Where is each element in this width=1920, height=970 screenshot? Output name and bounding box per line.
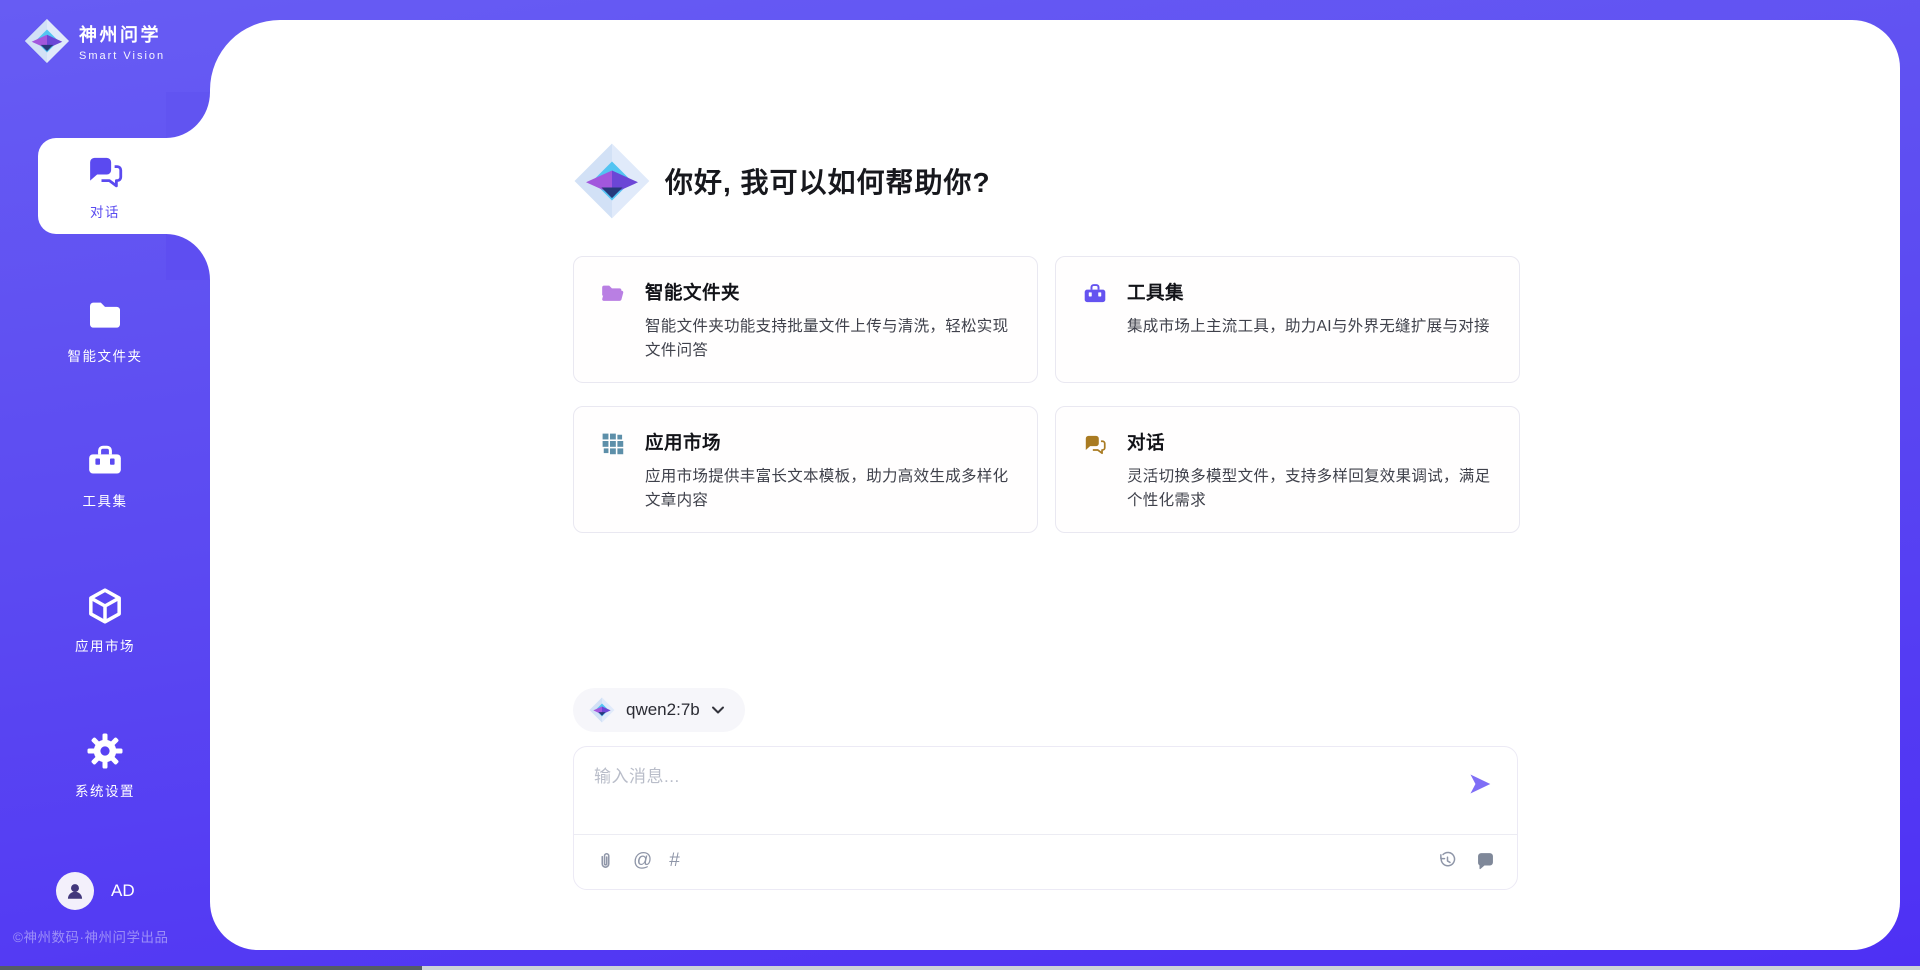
shortcut-cards: 智能文件夹 智能文件夹功能支持批量文件上传与清洗，轻松实现文件问答 工具集 集成… bbox=[573, 256, 1520, 533]
folder-icon bbox=[85, 296, 125, 336]
greeting-diamond-icon bbox=[573, 142, 651, 220]
card-title: 对话 bbox=[1127, 429, 1495, 455]
toolbox-icon bbox=[85, 441, 125, 481]
chat-icon bbox=[1082, 429, 1108, 532]
paperclip-icon bbox=[595, 850, 616, 871]
comment-icon bbox=[1475, 850, 1496, 871]
message-input[interactable] bbox=[594, 762, 1447, 824]
topic-button[interactable]: # bbox=[669, 851, 680, 870]
gear-icon bbox=[85, 731, 125, 771]
history-button[interactable] bbox=[1437, 850, 1458, 871]
toolbar-left-group: @ # bbox=[595, 850, 680, 871]
comment-button[interactable] bbox=[1475, 850, 1496, 871]
main-content: 你好, 我可以如何帮助你? 智能文件夹 智能文件夹功能支持批量文件上传与清洗，轻… bbox=[573, 20, 1521, 950]
card-smart-folder[interactable]: 智能文件夹 智能文件夹功能支持批量文件上传与清洗，轻松实现文件问答 bbox=[573, 256, 1038, 383]
card-toolset[interactable]: 工具集 集成市场上主流工具，助力AI与外界无缝扩展与对接 bbox=[1055, 256, 1520, 383]
sidebar-item-label: 智能文件夹 bbox=[68, 345, 143, 365]
toolbar-right-group bbox=[1437, 850, 1496, 871]
horizontal-scrollbar-thumb[interactable] bbox=[0, 966, 422, 970]
grid-icon bbox=[600, 429, 626, 532]
user-account[interactable]: AD bbox=[56, 872, 135, 910]
greeting-title: 你好, 我可以如何帮助你? bbox=[665, 161, 991, 201]
sidebar-item-toolset[interactable]: 工具集 bbox=[0, 441, 210, 510]
tab-fillet-top bbox=[166, 92, 210, 138]
history-icon bbox=[1437, 850, 1458, 871]
copyright-text: ©神州数码·神州问学出品 bbox=[13, 926, 168, 946]
sidebar-item-smart-folder[interactable]: 智能文件夹 bbox=[0, 296, 210, 365]
tab-fillet-bottom bbox=[166, 234, 210, 280]
toolbox-icon bbox=[1082, 279, 1108, 382]
cube-icon bbox=[85, 586, 125, 626]
card-description: 智能文件夹功能支持批量文件上传与清洗，轻松实现文件问答 bbox=[645, 315, 1013, 364]
person-icon bbox=[64, 880, 86, 902]
card-description: 应用市场提供丰富长文本模板，助力高效生成多样化文章内容 bbox=[645, 465, 1013, 514]
at-icon: @ bbox=[633, 850, 652, 871]
brand-title: 神州问学 bbox=[79, 21, 165, 47]
message-composer: @ # bbox=[573, 746, 1518, 890]
sidebar-item-label: 对话 bbox=[90, 201, 120, 221]
sidebar-item-app-market[interactable]: 应用市场 bbox=[0, 586, 210, 655]
card-description: 灵活切换多模型文件，支持多样回复效果调试，满足个性化需求 bbox=[1127, 465, 1495, 514]
mention-button[interactable]: @ bbox=[633, 851, 652, 870]
model-selector[interactable]: qwen2:7b bbox=[573, 688, 745, 732]
sidebar: 神州问学 Smart Vision 对话 智能文件夹 工具集 应用市场 系统设置 bbox=[0, 0, 210, 970]
card-title: 工具集 bbox=[1127, 279, 1490, 305]
composer-toolbar: @ # bbox=[595, 835, 1496, 885]
brand-diamond-icon bbox=[24, 18, 70, 64]
chevron-down-icon bbox=[711, 705, 725, 715]
avatar bbox=[56, 872, 94, 910]
attach-button[interactable] bbox=[595, 850, 616, 871]
horizontal-scrollbar bbox=[0, 966, 1920, 970]
greeting: 你好, 我可以如何帮助你? bbox=[573, 142, 991, 220]
sidebar-item-settings[interactable]: 系统设置 bbox=[0, 731, 210, 800]
send-button[interactable] bbox=[1467, 771, 1493, 797]
sidebar-item-label: 应用市场 bbox=[75, 635, 135, 655]
card-title: 智能文件夹 bbox=[645, 279, 1013, 305]
sidebar-item-chat[interactable]: 对话 bbox=[0, 150, 210, 221]
card-chat[interactable]: 对话 灵活切换多模型文件，支持多样回复效果调试，满足个性化需求 bbox=[1055, 406, 1520, 533]
folder-open-icon bbox=[600, 279, 626, 382]
sidebar-item-label: 工具集 bbox=[83, 490, 128, 510]
brand-subtitle: Smart Vision bbox=[79, 50, 165, 62]
user-name: AD bbox=[111, 881, 135, 901]
send-icon bbox=[1467, 771, 1493, 797]
app-logo: 神州问学 Smart Vision bbox=[24, 18, 165, 64]
card-description: 集成市场上主流工具，助力AI与外界无缝扩展与对接 bbox=[1127, 315, 1490, 339]
model-diamond-icon bbox=[589, 697, 615, 723]
card-title: 应用市场 bbox=[645, 429, 1013, 455]
model-name: qwen2:7b bbox=[626, 700, 700, 720]
card-app-market[interactable]: 应用市场 应用市场提供丰富长文本模板，助力高效生成多样化文章内容 bbox=[573, 406, 1038, 533]
hash-icon: # bbox=[669, 850, 680, 871]
sidebar-item-label: 系统设置 bbox=[75, 780, 135, 800]
app-window: 神州问学 Smart Vision 对话 智能文件夹 工具集 应用市场 系统设置 bbox=[0, 0, 1920, 970]
chat-icon bbox=[84, 150, 126, 192]
